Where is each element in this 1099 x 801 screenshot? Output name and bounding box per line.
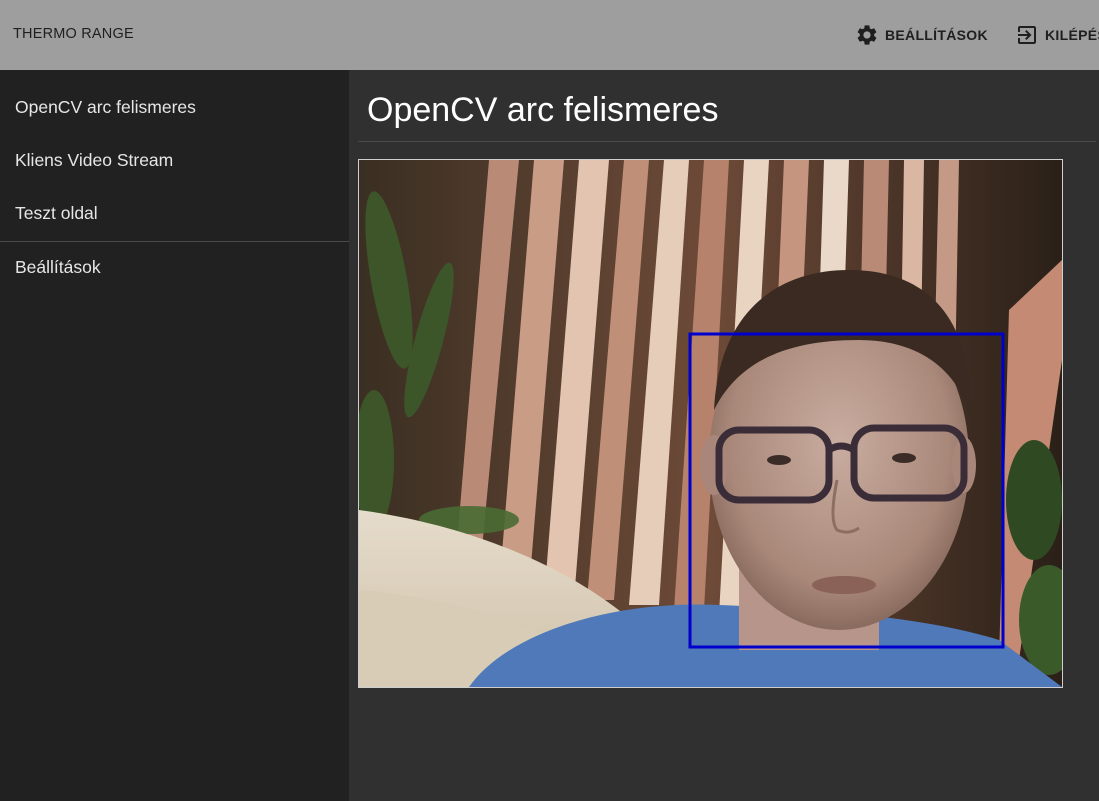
sidebar: OpenCV arc felismeres Kliens Video Strea… (0, 70, 349, 801)
sidebar-item-opencv[interactable]: OpenCV arc felismeres (0, 87, 349, 127)
app-bar: THERMO RANGE BEÁLLÍTÁSOK KILÉPÉS (0, 0, 1099, 70)
page-title: OpenCV arc felismeres (367, 91, 719, 129)
sidebar-item-label: Kliens Video Stream (15, 149, 174, 170)
title-divider (358, 141, 1096, 142)
sidebar-item-settings[interactable]: Beállítások (0, 247, 349, 287)
camera-image (359, 160, 1062, 687)
gear-icon (855, 23, 879, 47)
logout-button[interactable]: KILÉPÉS (1015, 18, 1099, 52)
exit-icon (1015, 23, 1039, 47)
settings-button-label: BEÁLLÍTÁSOK (885, 27, 988, 43)
video-feed (358, 159, 1063, 688)
app-title: THERMO RANGE (13, 26, 134, 42)
sidebar-item-label: Beállítások (15, 256, 101, 277)
sidebar-item-video-stream[interactable]: Kliens Video Stream (0, 140, 349, 180)
sidebar-item-test-page[interactable]: Teszt oldal (0, 193, 349, 233)
settings-button[interactable]: BEÁLLÍTÁSOK (855, 18, 988, 52)
logout-button-label: KILÉPÉS (1045, 27, 1099, 43)
sidebar-divider (0, 241, 349, 242)
sidebar-item-label: OpenCV arc felismeres (15, 96, 196, 117)
sidebar-item-label: Teszt oldal (15, 202, 98, 223)
main-content: OpenCV arc felismeres (349, 70, 1099, 801)
